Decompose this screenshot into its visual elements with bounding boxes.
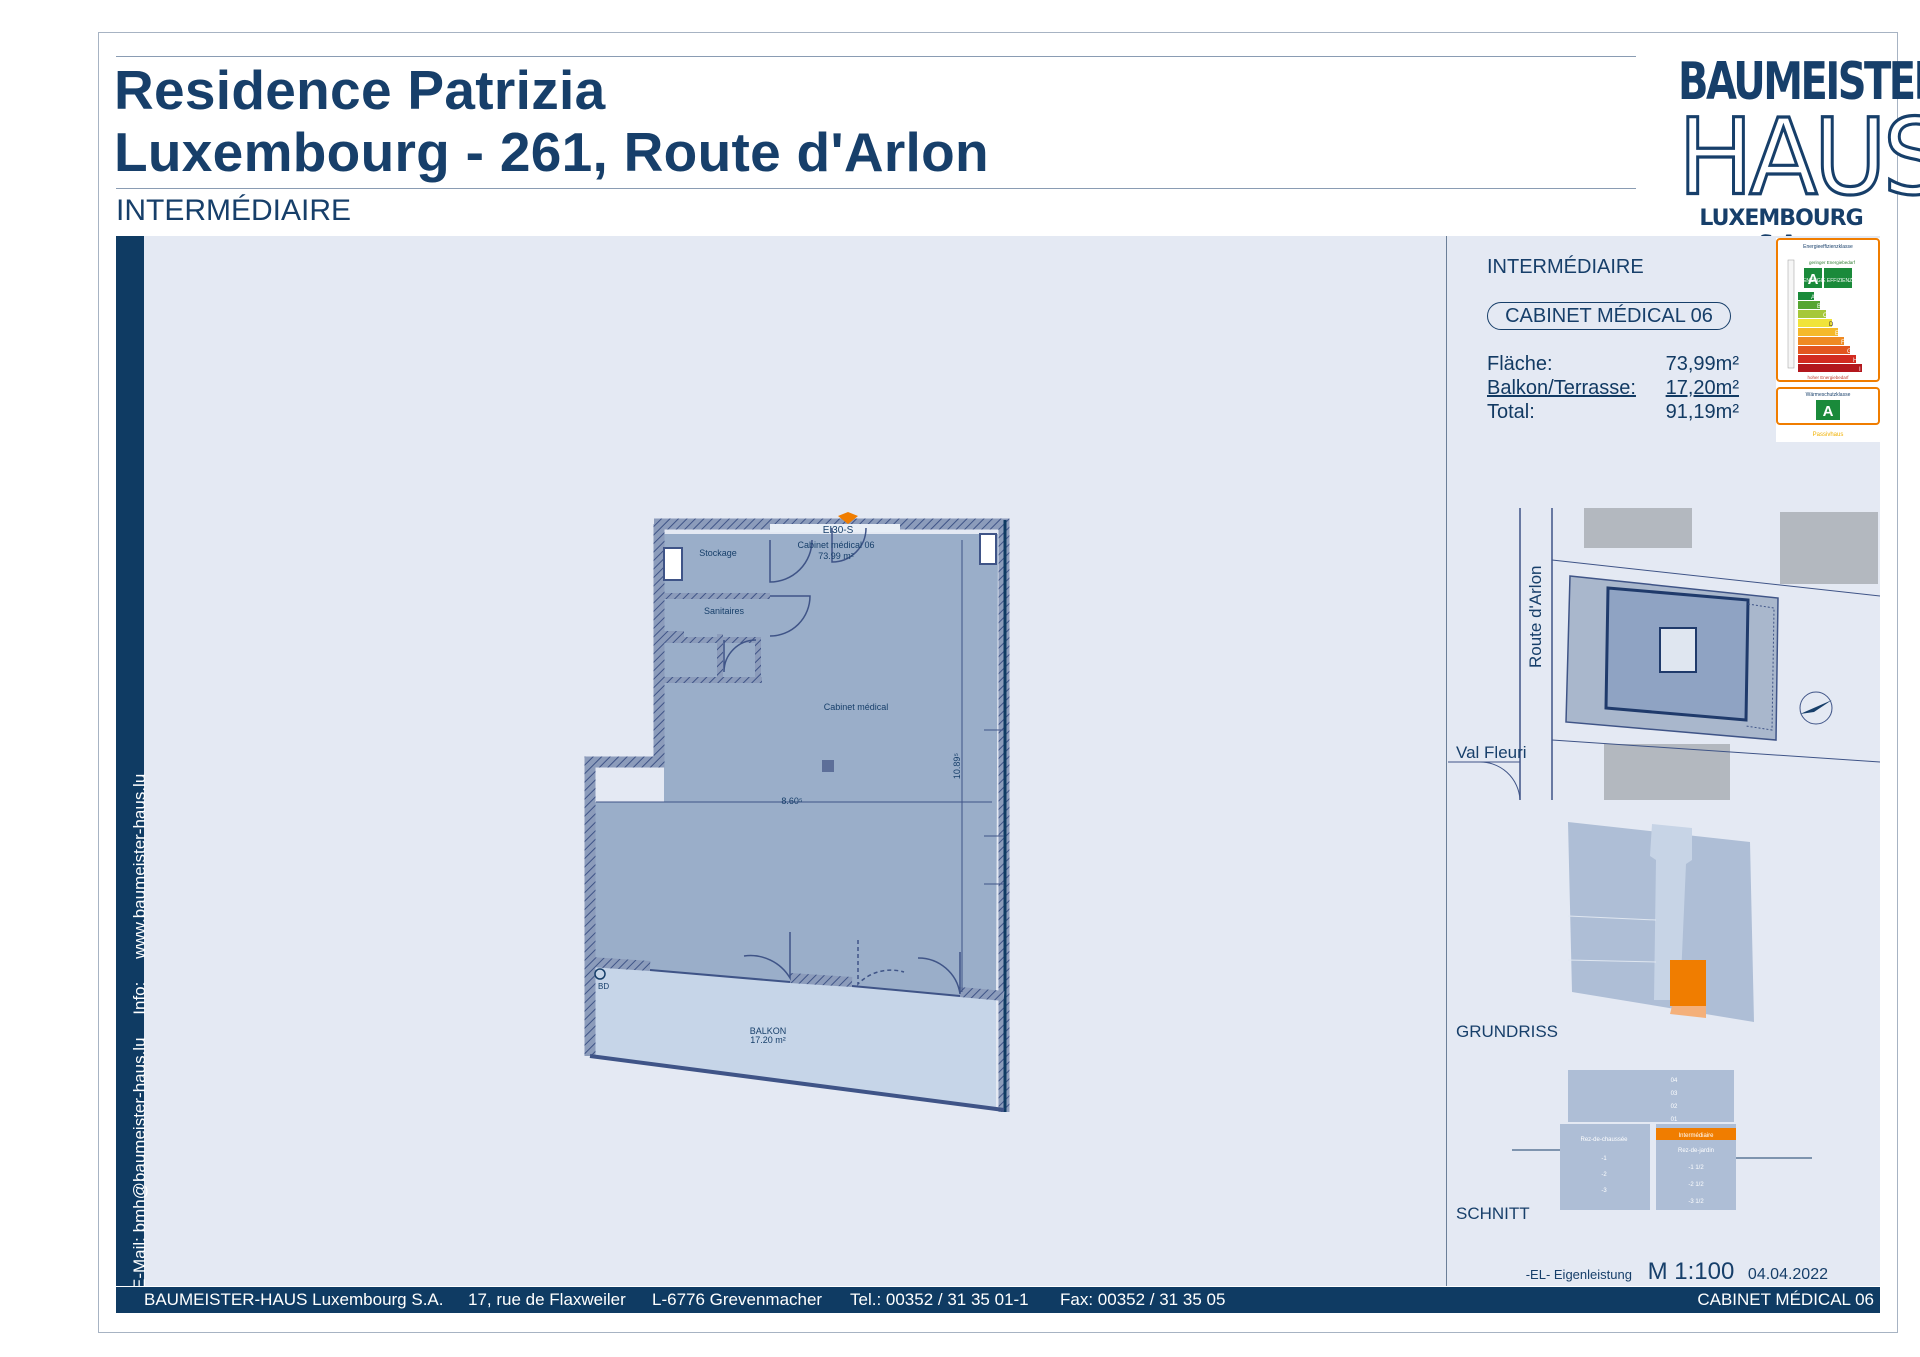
plan-unit-area: 73.99 m²: [818, 551, 854, 561]
energy-bottom-label: hoher Energiebedarf: [1807, 375, 1849, 380]
column-icon: [822, 760, 834, 772]
energy-sublabel: geringer Energiebedarf: [1809, 260, 1856, 265]
balcony-area: 17.20 m²: [750, 1035, 786, 1045]
area-row-total: Total: 91,19m²: [1487, 400, 1739, 424]
plan-date: 04.04.2022: [1747, 1266, 1828, 1283]
panel-level: INTERMÉDIAIRE: [1487, 256, 1644, 278]
energy-bar-i: [1798, 364, 1862, 372]
neighbour-building-1: [1584, 508, 1692, 548]
north-arrow-needle: [1800, 700, 1832, 714]
energy-letter-e: E: [1835, 331, 1839, 337]
courtyard: [1659, 627, 1697, 673]
room-label-cabinet: Cabinet médical: [824, 702, 889, 712]
unit-badge: CABINET MÉDICAL 06: [1487, 302, 1731, 330]
energy-bar-d: [1798, 319, 1832, 327]
energy-letter-b: B: [1817, 304, 1821, 310]
eigenleistung-note: -EL- Eigenleistung: [1525, 1267, 1632, 1282]
energy-letter-a: A: [1811, 295, 1815, 301]
section-level-03: 03: [1671, 1091, 1678, 1097]
section-level-l2: -2: [1601, 1172, 1607, 1178]
footer-tel: Tel.: 00352 / 31 35 01-1: [850, 1290, 1029, 1309]
facade-wall-1: [589, 957, 651, 971]
dimension-width-text: 8.60⁵: [781, 796, 803, 806]
section-level-04: 04: [1671, 1078, 1678, 1084]
area-label: Total:: [1487, 401, 1535, 423]
key-plan: [1567, 822, 1754, 1022]
section-level-01: 01: [1671, 1117, 1678, 1123]
neighbour-building-2: [1780, 512, 1878, 584]
energy-bar-g: [1798, 346, 1850, 354]
section-level-m2: -2 1/2: [1688, 1182, 1704, 1188]
thermal-class: A: [1823, 403, 1834, 420]
energy-label: Energieeffizienzklasse geringer Energieb…: [1776, 238, 1880, 442]
thermal-header: Wärmeschutzklasse: [1806, 392, 1851, 398]
energy-letter-f: F: [1841, 340, 1845, 346]
energy-bar-f: [1798, 337, 1844, 345]
facade-wall-2: [789, 973, 853, 987]
plan-tag: EI30-S: [823, 525, 854, 536]
key-plan-unit-highlight: [1670, 960, 1706, 1006]
footer-bar: BAUMEISTER-HAUS Luxembourg S.A. 17, rue …: [116, 1287, 1880, 1313]
key-plan-balcony-highlight: [1670, 1006, 1706, 1018]
energy-letter-d: D: [1829, 322, 1834, 328]
shaft-east: [979, 533, 997, 565]
area-label: Balkon/Terrasse:: [1487, 377, 1636, 399]
footer-city: L-6776 Grevenmacher: [652, 1290, 823, 1309]
footer-company: BAUMEISTER-HAUS Luxembourg S.A.: [144, 1290, 444, 1309]
section-level-rez-jardin: Rez-de-jardin: [1678, 1148, 1714, 1154]
scale-block: -EL- Eigenleistung M 1:100 04.04.2022: [1526, 1258, 1828, 1286]
section-diagram: 04 03 02 01 Intermédiaire Rez-de-jardin …: [1512, 1070, 1812, 1210]
section-level-m1: -1 1/2: [1688, 1165, 1704, 1171]
area-table: Fläche: 73,99m² Balkon/Terrasse: 17,20m²…: [1487, 352, 1739, 424]
section-level-l1: -1: [1601, 1156, 1607, 1162]
grundriss-label: GRUNDRISS: [1456, 1022, 1559, 1041]
energy-bar-e: [1798, 328, 1838, 336]
thermal-label: Passivhaus: [1813, 432, 1844, 438]
neighbour-building-3: [1604, 744, 1730, 800]
energy-letter-c: C: [1823, 313, 1828, 319]
footer-fax: Fax: 00352 / 31 35 05: [1060, 1290, 1226, 1309]
energy-header: Energieeffizienzklasse: [1803, 244, 1853, 250]
section-upper-block: [1568, 1070, 1734, 1122]
area-value: 91,19m²: [1665, 401, 1739, 423]
street-label-valfleuri: Val Fleuri: [1456, 743, 1527, 762]
area-row-balkon: Balkon/Terrasse: 17,20m²: [1487, 376, 1739, 400]
section-level-l3: -3: [1601, 1188, 1607, 1194]
section-level-intermediaire: Intermédiaire: [1678, 1133, 1714, 1139]
footer-street: 17, rue de Flaxweiler: [468, 1290, 626, 1309]
scale-ratio: M 1:100: [1647, 1258, 1735, 1285]
energy-class-text: ENERGIE EFFIZIENZ KLASSE: [1803, 278, 1874, 284]
area-value: 73,99m²: [1665, 353, 1739, 375]
street-label-route: Route d'Arlon: [1526, 566, 1545, 668]
area-label: Fläche:: [1487, 353, 1553, 375]
facade-wall-3: [959, 987, 1005, 1001]
shaft-west: [663, 547, 683, 581]
area-value: 17,20m²: [1665, 377, 1739, 399]
area-row-flaeche: Fläche: 73,99m²: [1487, 352, 1739, 376]
plan-unit-name: Cabinet médical 06: [797, 540, 874, 550]
schnitt-label: SCHNITT: [1456, 1204, 1530, 1223]
room-label-sanitaires: Sanitaires: [704, 606, 745, 616]
bd-label: BD: [598, 982, 609, 991]
footer-unit: CABINET MÉDICAL 06: [1697, 1290, 1874, 1309]
energy-bar-c: [1798, 310, 1826, 318]
energy-letter-g: G: [1847, 349, 1852, 355]
room-label-stockage: Stockage: [699, 548, 737, 558]
section-level-rdc: Rez-de-chaussée: [1580, 1137, 1628, 1143]
energy-side-bar: [1787, 259, 1795, 369]
section-level-02: 02: [1671, 1104, 1678, 1110]
street-corner: [1477, 761, 1521, 800]
energy-letter-h: H: [1853, 358, 1857, 364]
section-level-m3: -3 1/2: [1688, 1199, 1704, 1205]
energy-bar-h: [1798, 355, 1856, 363]
dimension-height-text: 10.89⁵: [952, 753, 962, 780]
